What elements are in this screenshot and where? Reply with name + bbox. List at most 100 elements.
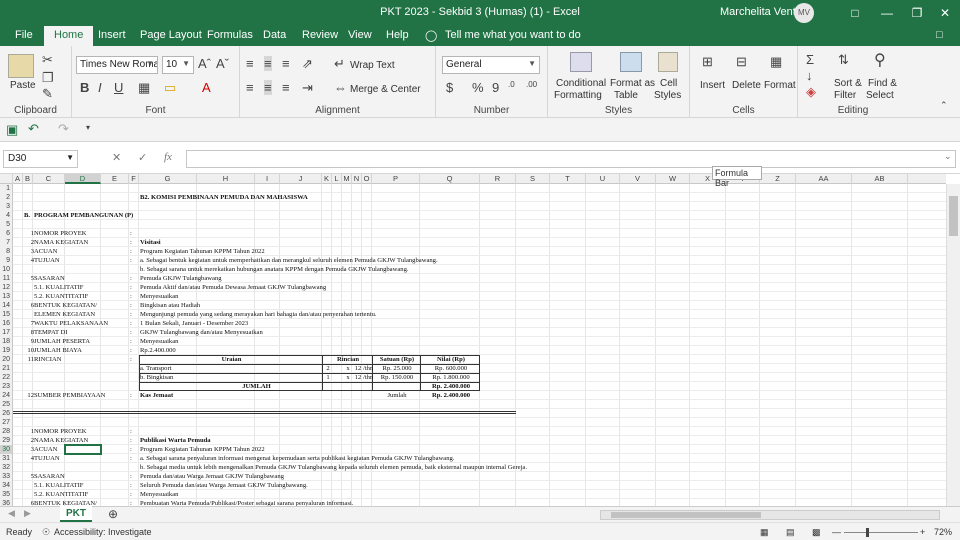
formula-input[interactable] xyxy=(186,150,956,168)
field-colon[interactable]: : xyxy=(130,427,132,436)
row-header-10[interactable]: 10 xyxy=(0,265,13,274)
col-header-b[interactable]: B xyxy=(23,174,33,184)
row-header-23[interactable]: 23 xyxy=(0,382,13,391)
format-cells-button[interactable]: Format xyxy=(764,80,796,91)
tab-help[interactable]: Help xyxy=(386,29,409,41)
row-header-21[interactable]: 21 xyxy=(0,364,13,373)
row-header-29[interactable]: 29 xyxy=(0,436,13,445)
table-cell[interactable]: /thn xyxy=(363,373,373,382)
tab-insert[interactable]: Insert xyxy=(98,29,126,41)
percent-button[interactable]: % xyxy=(472,80,484,95)
field-colon[interactable]: : xyxy=(130,436,132,445)
field-colon[interactable]: : xyxy=(130,238,132,247)
field-label[interactable]: ACUAN xyxy=(34,247,57,256)
col-header-n[interactable]: N xyxy=(352,174,362,184)
table-cell[interactable]: 12 xyxy=(353,373,363,382)
page-layout-view-icon[interactable]: ▤ xyxy=(786,527,795,538)
next-sheet-icon[interactable]: ▶ xyxy=(24,508,31,519)
paste-icon[interactable] xyxy=(8,54,34,78)
conditional-formatting-label[interactable]: Formatting xyxy=(554,90,602,101)
item-number[interactable]: 4 xyxy=(24,454,34,463)
field-value[interactable]: Kas Jemaat xyxy=(140,391,173,400)
insert-function-icon[interactable]: fx xyxy=(164,151,172,163)
font-size-select[interactable]: 10 ▼ xyxy=(162,56,194,74)
new-sheet-icon[interactable]: ⊕ xyxy=(108,507,118,521)
format-cells-icon[interactable]: ▦ xyxy=(770,54,782,70)
field-label[interactable]: TUJUAN xyxy=(34,454,60,463)
lightbulb-icon[interactable]: ◯ xyxy=(425,29,437,42)
row-header-27[interactable]: 27 xyxy=(0,418,13,427)
minimize-icon[interactable]: — xyxy=(872,2,902,24)
field-value[interactable]: Publikasi Warta Pemuda xyxy=(140,436,211,445)
zoom-level[interactable]: 72% xyxy=(934,527,952,537)
section-letter[interactable]: B. xyxy=(24,211,30,220)
field-label[interactable]: 5.1. KUALITATIF xyxy=(34,283,83,292)
select-all-corner[interactable] xyxy=(0,174,13,184)
row-header-15[interactable]: 15 xyxy=(0,310,13,319)
align-top-icon[interactable]: ≡ xyxy=(246,56,254,71)
zoom-slider-thumb[interactable] xyxy=(866,528,869,537)
section-heading[interactable]: PROGRAM PEMBANGUNAN (P) xyxy=(34,211,133,220)
field-label[interactable]: SASARAN xyxy=(34,472,65,481)
paste-button[interactable]: Paste xyxy=(10,80,36,91)
item-number[interactable]: 4 xyxy=(24,256,34,265)
table-cell[interactable]: 1 xyxy=(323,373,333,382)
item-number[interactable]: 11 xyxy=(24,355,34,364)
page-break-view-icon[interactable]: ▩ xyxy=(812,527,821,538)
row-header-35[interactable]: 35 xyxy=(0,490,13,499)
field-colon[interactable]: : xyxy=(130,445,132,454)
row-header-8[interactable]: 8 xyxy=(0,247,13,256)
row-header-7[interactable]: 7 xyxy=(0,238,13,247)
zoom-slider[interactable] xyxy=(844,532,918,533)
row-header-26[interactable]: 26 xyxy=(0,409,13,418)
tab-view[interactable]: View xyxy=(348,29,372,41)
find-select-button[interactable]: Find & xyxy=(868,78,897,89)
comments-icon[interactable]: □ xyxy=(936,29,943,41)
vertical-scrollbar[interactable] xyxy=(946,184,960,506)
table-cell[interactable]: x xyxy=(343,373,353,382)
enter-icon[interactable]: ✓ xyxy=(138,151,147,164)
field-colon[interactable]: : xyxy=(130,499,132,506)
col-header-v[interactable]: V xyxy=(620,174,656,184)
item-number[interactable]: 7 xyxy=(24,319,34,328)
grow-font-icon[interactable]: Aˆ xyxy=(198,56,211,71)
horizontal-scrollbar[interactable] xyxy=(600,510,940,520)
field-colon[interactable]: : xyxy=(130,391,132,400)
item-number[interactable]: 12 xyxy=(24,391,34,400)
table-cell[interactable]: Rp. 600.000 xyxy=(421,364,481,373)
field-value[interactable]: Program Kegiatan Tahunan KPPM Tahun 2022 xyxy=(140,247,265,256)
format-as-table-label[interactable]: Table xyxy=(614,90,638,101)
field-label[interactable]: RINCIAN xyxy=(34,355,61,364)
col-header-t[interactable]: T xyxy=(550,174,586,184)
item-number[interactable]: 1 xyxy=(24,427,34,436)
delete-cells-icon[interactable]: ⊟ xyxy=(736,54,747,70)
field-colon[interactable]: : xyxy=(130,229,132,238)
font-color-icon[interactable]: A xyxy=(202,80,211,95)
row-header-32[interactable]: 32 xyxy=(0,463,13,472)
avatar[interactable]: MV xyxy=(794,3,814,23)
autosum-icon[interactable]: Σ xyxy=(806,52,814,67)
comma-button[interactable]: 9 xyxy=(492,80,499,95)
field-colon[interactable]: : xyxy=(130,283,132,292)
row-header-28[interactable]: 28 xyxy=(0,427,13,436)
field-value[interactable]: Visitasi xyxy=(140,238,161,247)
indent-icon[interactable]: ⇥ xyxy=(302,80,313,96)
col-header-j[interactable]: J xyxy=(280,174,322,184)
col-header-z[interactable]: Z xyxy=(760,174,796,184)
row-header-33[interactable]: 33 xyxy=(0,472,13,481)
cut-icon[interactable]: ✂ xyxy=(42,52,53,68)
table-header[interactable]: Uraian xyxy=(140,355,323,364)
row-header-31[interactable]: 31 xyxy=(0,454,13,463)
row-header-36[interactable]: 36 xyxy=(0,499,13,506)
format-painter-icon[interactable]: ✎ xyxy=(42,86,53,102)
field-value[interactable]: 1 Bulan Sekali, Januari - Desember 2023 xyxy=(140,319,248,328)
table-total-value[interactable]: Rp. 2.400.000 xyxy=(421,382,481,391)
field-colon[interactable]: : xyxy=(130,301,132,310)
field-label[interactable]: TUJUAN xyxy=(34,256,60,265)
number-format-select[interactable]: General ▼ xyxy=(442,56,540,74)
item-number[interactable]: 6 xyxy=(24,499,34,506)
scroll-thumb[interactable] xyxy=(949,196,958,236)
field-value[interactable]: b. Sebagai media untuk lebih mengenalkan… xyxy=(140,463,527,472)
col-header-aa[interactable]: AA xyxy=(796,174,852,184)
sort-filter-button[interactable]: Sort & xyxy=(834,78,862,89)
